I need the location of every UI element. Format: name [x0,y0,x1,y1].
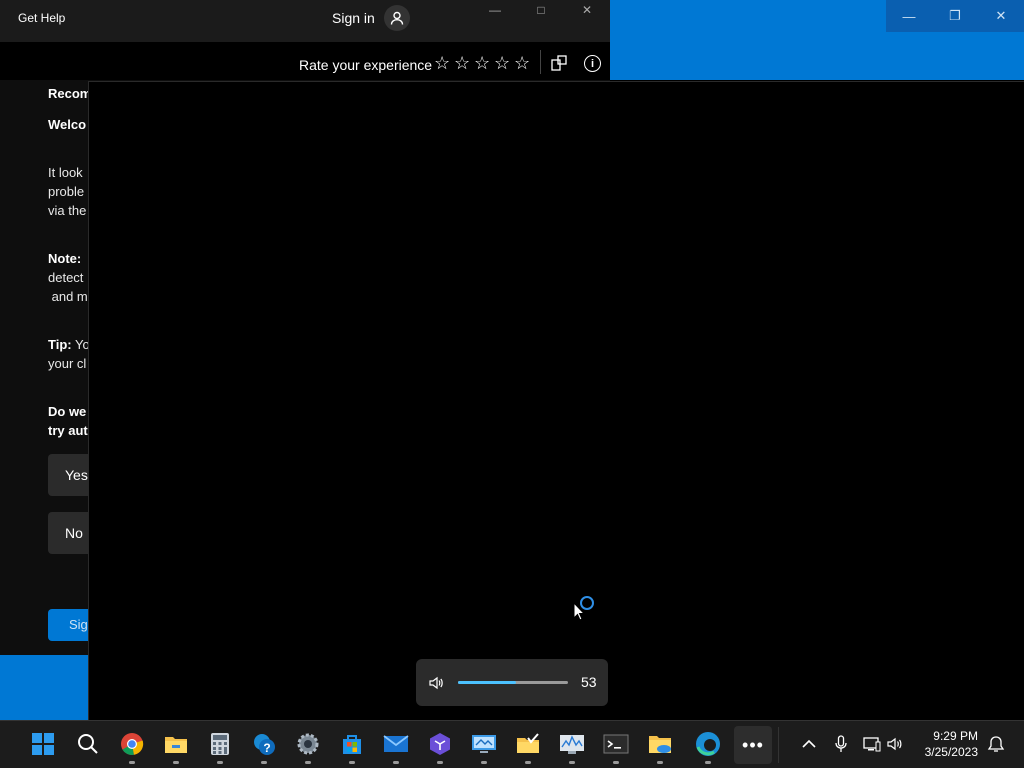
volume-flyout: 53 [416,659,608,706]
accent-panel [0,655,90,720]
clock[interactable]: 9:29 PM 3/25/2023 [918,728,978,760]
tip-text: Yo [71,337,90,352]
restore-icon[interactable]: ❐ [932,0,978,32]
share-icon[interactable] [550,54,568,72]
volume-icon[interactable] [887,735,905,753]
divider [540,50,541,74]
star-icon[interactable]: ☆ [434,54,452,72]
terminal-icon[interactable] [603,731,629,757]
file-explorer-icon[interactable] [163,731,189,757]
volume-value: 53 [581,674,597,690]
clock-time: 9:29 PM [933,729,978,743]
rating-bar: Rate your experience ☆ ☆ ☆ ☆ ☆ [0,42,610,80]
clock-date: 3/25/2023 [924,745,978,759]
chevron-up-icon[interactable] [800,735,818,753]
star-icon[interactable]: ☆ [474,54,492,72]
sign-in-link[interactable]: Sign in [332,10,375,26]
more-apps-button[interactable]: ••• [734,726,772,764]
remote-desktop-icon[interactable] [471,731,497,757]
minimize-icon[interactable]: — [472,0,518,20]
star-icon[interactable]: ☆ [494,54,512,72]
calculator-icon[interactable] [207,731,233,757]
performance-monitor-icon[interactable] [559,731,585,757]
microphone-icon[interactable] [832,735,850,753]
background-window: — ❐ ✕ [610,0,1024,80]
volume-slider[interactable] [458,681,568,684]
avatar[interactable] [384,5,410,31]
chrome-icon[interactable] [119,731,145,757]
running-indicator [657,761,663,764]
minimize-icon[interactable]: — [886,0,932,32]
mail-icon[interactable] [383,731,409,757]
edge-icon[interactable] [695,731,721,757]
notifications-icon[interactable] [987,735,1005,753]
question-line: try aut [48,423,88,438]
note-line: and m [48,289,88,304]
star-rating: ☆ ☆ ☆ ☆ ☆ [434,54,532,72]
title-bar: Get Help Sign in — □ ✕ [0,0,610,42]
star-icon[interactable]: ☆ [514,54,532,72]
person-icon [390,11,404,25]
svg-text:?: ? [263,741,270,755]
volume-slider-fill [458,681,517,684]
network-icon[interactable] [863,735,881,753]
get-help-icon[interactable]: ? [251,731,277,757]
info-icon[interactable]: i [584,55,601,72]
busy-spinner-icon [580,596,594,610]
close-icon[interactable]: ✕ [564,0,610,20]
speaker-icon[interactable] [428,675,444,691]
running-indicator [349,761,355,764]
question-line: Do we [48,404,87,419]
rate-label: Rate your experience [299,57,433,73]
paragraph-line: via the [48,203,87,218]
running-indicator [393,761,399,764]
paragraph-line: proble [48,184,85,199]
running-indicator [129,761,135,764]
visual-studio-icon[interactable] [427,731,453,757]
running-indicator [217,761,223,764]
running-indicator [569,761,575,764]
folder-check-icon[interactable] [515,731,541,757]
start-icon[interactable] [30,731,56,757]
blank-window [88,81,1024,720]
taskbar: ? ••• 9:29 PM 3/25/2023 [0,720,1024,768]
tip-label: Tip: [48,337,72,352]
window-controls: — □ ✕ [472,0,610,20]
running-indicator [437,761,443,764]
running-indicator [613,761,619,764]
microsoft-store-icon[interactable] [339,731,365,757]
note-label: Note: [48,251,82,266]
running-indicator [525,761,531,764]
close-icon[interactable]: ✕ [978,0,1024,32]
tip-line: your cl [48,356,87,371]
divider [778,727,779,763]
app-title: Get Help [18,11,66,25]
tip-line: Tip: Yo [48,335,90,354]
star-icon[interactable]: ☆ [454,54,472,72]
recommended-heading: Recom [48,86,92,101]
running-indicator [705,761,711,764]
folder-cloud-icon[interactable] [647,731,673,757]
search-icon[interactable] [75,731,101,757]
running-indicator [261,761,267,764]
background-window-controls: — ❐ ✕ [886,0,1024,32]
running-indicator [481,761,487,764]
running-indicator [173,761,179,764]
paragraph-line: It look [48,165,83,180]
note-line: detect [48,270,84,285]
welcome-heading: Welco [48,117,87,132]
running-indicator [305,761,311,764]
maximize-icon[interactable]: □ [518,0,564,20]
settings-icon[interactable] [295,731,321,757]
